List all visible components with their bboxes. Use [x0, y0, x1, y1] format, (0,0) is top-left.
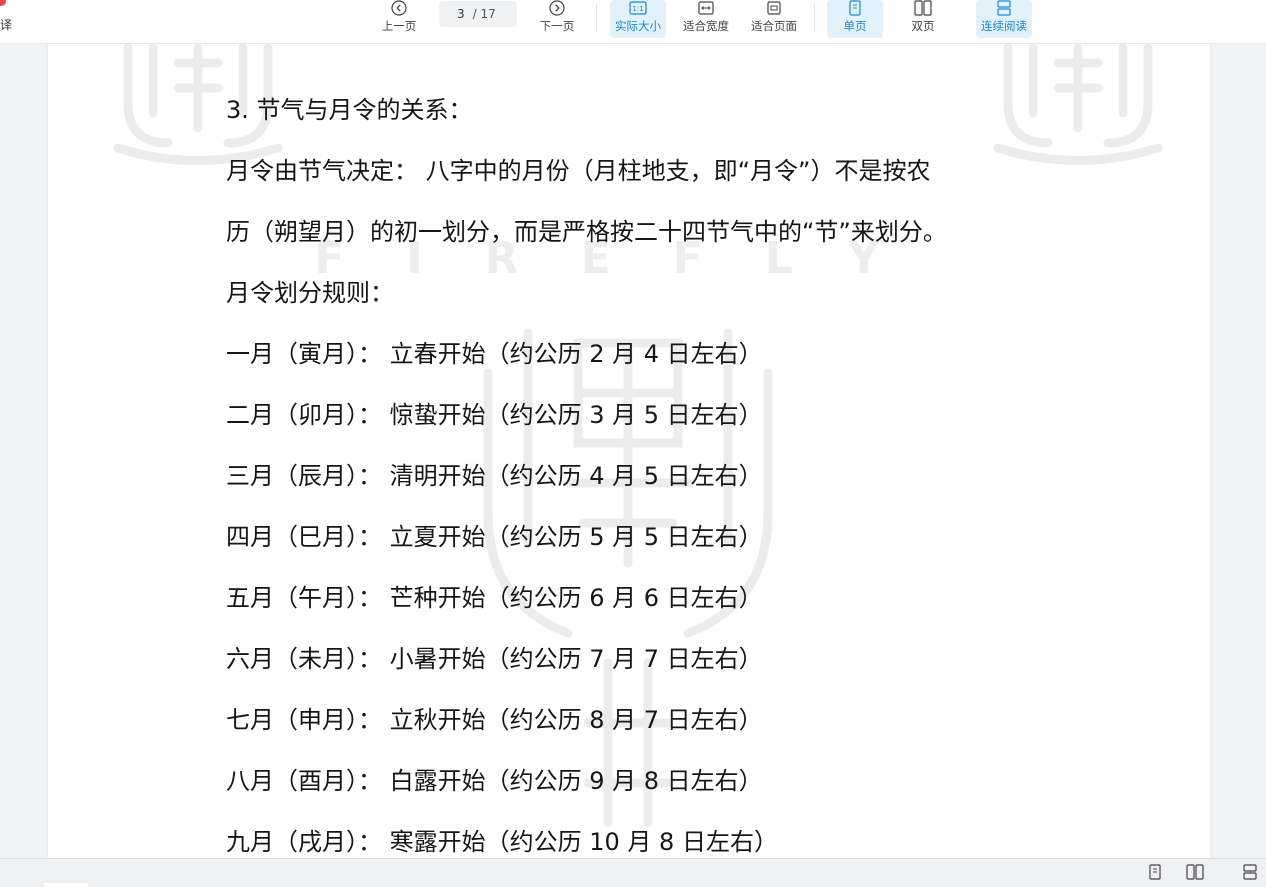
- double-page-icon: [914, 0, 932, 16]
- prev-page-label: 上一页: [381, 19, 417, 33]
- rules-title: 月令划分规则：: [226, 279, 394, 307]
- section-heading: 3. 节气与月令的关系：: [226, 96, 473, 124]
- month-rule-item: 九月（戌月）： 寒露开始（约公历 10 月 8 日左右）: [226, 828, 778, 856]
- single-page-icon[interactable]: [1148, 864, 1162, 884]
- fit-width-button[interactable]: 适合宽度: [680, 0, 732, 40]
- next-page-label: 下一页: [539, 19, 575, 33]
- single-page-label: 单页: [843, 19, 867, 33]
- double-page-label: 双页: [911, 19, 935, 33]
- month-rule-item: 三月（辰月）： 清明开始（约公历 4 月 5 日左右）: [226, 462, 763, 490]
- toolbar-divider: [814, 4, 815, 32]
- continuous-read-icon: [996, 0, 1012, 16]
- paragraph-line: 月令由节气决定： 八字中的月份（月柱地支，即“月令”）不是按农: [226, 157, 931, 185]
- month-rule-item: 四月（巳月）： 立夏开始（约公历 5 月 5 日左右）: [226, 523, 763, 551]
- prev-page-button[interactable]: 上一页: [378, 0, 420, 40]
- double-page-button[interactable]: 双页: [900, 0, 946, 40]
- notification-dot: [0, 0, 6, 6]
- next-page-button[interactable]: 下一页: [536, 0, 578, 40]
- page-current[interactable]: 3: [457, 7, 465, 21]
- chevron-right-circle-icon: [549, 0, 565, 16]
- actual-size-label: 实际大小: [615, 19, 661, 33]
- actual-size-icon: 1:1: [629, 0, 647, 16]
- fit-page-icon: [766, 0, 782, 16]
- double-page-icon[interactable]: [1186, 864, 1204, 884]
- toolbar: 译 上一页 3 / 17 下一页 1:1 实际大小 适合宽度 适合页面 单页 双…: [0, 0, 1266, 44]
- document-page: FIREFLY 3. 节气与月令的关系： 月令由节气决定： 八字中的月份（月柱地…: [48, 43, 1210, 858]
- fit-width-label: 适合宽度: [683, 19, 729, 33]
- single-page-icon: [848, 0, 862, 16]
- continuous-read-button[interactable]: 连续阅读: [976, 0, 1032, 38]
- fit-page-button[interactable]: 适合页面: [748, 0, 800, 40]
- page-indicator[interactable]: 3 / 17: [439, 1, 517, 27]
- svg-text:1:1: 1:1: [632, 5, 643, 13]
- month-rule-item: 六月（未月）： 小暑开始（约公历 7 月 7 日左右）: [226, 645, 763, 673]
- continuous-icon[interactable]: [1242, 864, 1258, 884]
- continuous-read-label: 连续阅读: [981, 19, 1027, 33]
- single-page-button[interactable]: 单页: [827, 0, 883, 38]
- paragraph-line: 历（朔望月）的初一划分，而是严格按二十四节气中的“节”来划分。: [226, 218, 947, 246]
- fit-width-icon: [698, 0, 714, 16]
- translate-label[interactable]: 译: [0, 16, 12, 33]
- month-rule-item: 八月（酉月）： 白露开始（约公历 9 月 8 日左右）: [226, 767, 763, 795]
- month-rule-item: 二月（卯月）： 惊蛰开始（约公历 3 月 5 日左右）: [226, 401, 763, 429]
- month-rule-item: 五月（午月）： 芒种开始（约公历 6 月 6 日左右）: [226, 584, 763, 612]
- page-total: / 17: [472, 7, 496, 21]
- month-rule-item: 七月（申月）： 立秋开始（约公历 8 月 7 日左右）: [226, 706, 763, 734]
- month-rule-item: 一月（寅月）： 立春开始（约公历 2 月 4 日左右）: [226, 340, 763, 368]
- chevron-left-circle-icon: [391, 0, 407, 16]
- status-tab[interactable]: [44, 883, 88, 887]
- toolbar-divider: [596, 4, 597, 32]
- status-bar: [0, 858, 1266, 887]
- actual-size-button[interactable]: 1:1 实际大小: [610, 0, 666, 38]
- fit-page-label: 适合页面: [751, 19, 797, 33]
